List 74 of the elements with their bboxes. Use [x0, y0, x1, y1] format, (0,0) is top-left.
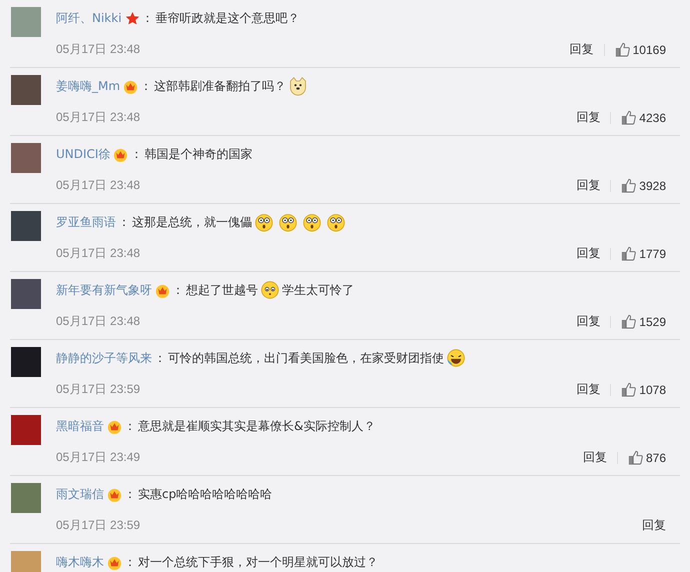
avatar-photo-placeholder[interactable] [11, 415, 41, 445]
like-count: 3928 [639, 178, 666, 192]
username-link[interactable]: 嗨木嗨木 [56, 554, 104, 570]
thumbs-up-icon[interactable] [614, 42, 630, 57]
username-link[interactable]: 雨文瑞信 [56, 486, 104, 502]
like-count: 10169 [632, 42, 666, 56]
colon-separator: ： [118, 214, 130, 230]
thumbs-up-icon[interactable] [621, 246, 636, 261]
colon-separator: ： [140, 78, 152, 94]
comment-text: 垂帘听政就是这个意思吧？ [156, 10, 300, 26]
avatar-photo-placeholder[interactable] [11, 551, 41, 572]
comment-text: 可怜的韩国总统，出门看美国脸色，在家受财团指使 [168, 350, 444, 366]
thumbs-up-icon[interactable] [628, 450, 643, 465]
comment-text: 实惠cp哈哈哈哈哈哈哈哈 [138, 486, 272, 502]
avatar-photo-placeholder[interactable] [11, 75, 41, 105]
reply-button[interactable]: 回复 [582, 449, 607, 466]
username-link[interactable]: 新年要有新气象呀 [56, 282, 152, 298]
like-count: 1529 [639, 314, 666, 328]
colon-separator: ： [172, 282, 184, 298]
shocked-face-emoji-icon [254, 212, 274, 232]
username-link[interactable]: 阿纤、Nikki [56, 10, 122, 26]
thumbs-up-icon[interactable] [621, 178, 636, 193]
avatar-photo-placeholder[interactable] [11, 483, 41, 513]
like-count: 1779 [639, 246, 666, 260]
comment-time: 05月17日 23:59 [56, 517, 140, 534]
reply-button[interactable]: 回复 [576, 245, 600, 262]
reply-button[interactable]: 回复 [576, 177, 600, 194]
comment-text: 意思就是崔顺实其实是幕僚长&实际控制人？ [138, 418, 376, 434]
like-count: 1078 [639, 382, 666, 396]
reply-button[interactable]: 回复 [576, 381, 600, 398]
thumbs-up-icon[interactable] [621, 110, 636, 125]
comment-text: 这那是总统，就一傀儡 [132, 214, 252, 230]
username-link[interactable]: 黑暗福音 [56, 418, 104, 434]
laughing-tears-emoji-icon [446, 348, 466, 368]
comment-text: 这部韩剧准备翻拍了吗？ [154, 78, 286, 94]
worried-face-emoji-icon [260, 280, 280, 300]
comment-time: 05月17日 23:48 [56, 177, 140, 194]
reply-button[interactable]: 回复 [576, 313, 600, 330]
thumbs-up-icon[interactable] [621, 314, 636, 329]
like-count: 876 [646, 450, 666, 464]
comment-time: 05月17日 23:48 [56, 245, 140, 262]
comment-time: 05月17日 23:59 [56, 381, 140, 398]
username-link[interactable]: 罗亚鱼雨语 [56, 214, 116, 230]
avatar-photo-placeholder[interactable] [11, 211, 41, 241]
reply-button[interactable]: 回复 [642, 517, 666, 534]
colon-separator: ： [154, 350, 166, 366]
reply-button[interactable]: 回复 [570, 41, 594, 58]
username-link[interactable]: 姜嗨嗨_Mm [56, 78, 120, 94]
reply-button[interactable]: 回复 [576, 109, 600, 126]
dog-face-emoji-icon [288, 76, 308, 96]
avatar-photo-placeholder[interactable] [11, 279, 41, 309]
avatar-photo-placeholder[interactable] [11, 347, 41, 377]
colon-separator: ： [130, 146, 142, 162]
colon-separator: ： [124, 486, 136, 502]
colon-separator: ： [142, 10, 154, 26]
colon-separator: ： [124, 418, 136, 434]
avatar-photo-placeholder[interactable] [11, 143, 41, 173]
thumbs-up-icon[interactable] [621, 382, 636, 397]
comment-time: 05月17日 23:48 [56, 41, 140, 58]
comment-time: 05月17日 23:49 [56, 449, 140, 466]
shocked-face-emoji-icon [326, 212, 346, 232]
username-link[interactable]: UNDICI徐 [56, 146, 110, 162]
username-link[interactable]: 静静的沙子等风来 [56, 350, 152, 366]
comment-text: 对一个总统下手狠，对一个明星就可以放过？ [138, 554, 378, 570]
comment-time: 05月17日 23:48 [56, 109, 140, 126]
colon-separator: ： [124, 554, 136, 570]
comment-time: 05月17日 23:48 [56, 313, 140, 330]
comment-text: 想起了世越号 [186, 282, 258, 298]
avatar-photo-placeholder[interactable] [11, 7, 41, 37]
shocked-face-emoji-icon [302, 212, 322, 232]
shocked-face-emoji-icon [278, 212, 298, 232]
comment-text: 学生太可怜了 [282, 282, 354, 298]
comment-text: 韩国是个神奇的国家 [144, 146, 252, 162]
like-count: 4236 [639, 110, 666, 124]
